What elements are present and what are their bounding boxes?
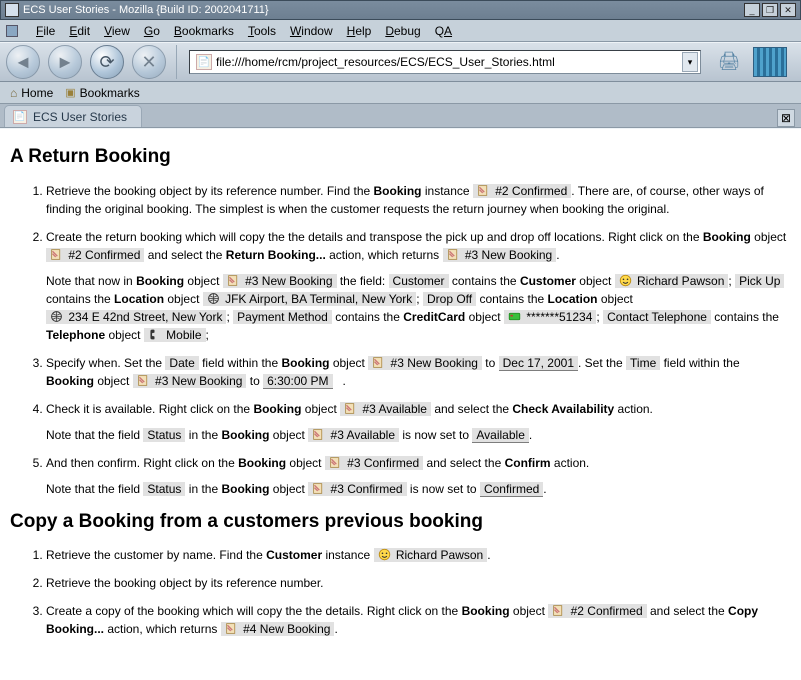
app-icon — [5, 3, 19, 17]
face-icon — [378, 548, 391, 561]
value-date: Dec 17, 2001 — [499, 356, 578, 371]
object-booking: #3 New Booking — [443, 248, 557, 262]
face-icon — [619, 274, 632, 287]
back-button[interactable]: ◄ — [6, 45, 40, 79]
note-icon — [227, 274, 240, 287]
field-status: Status — [143, 428, 185, 442]
note-icon — [225, 622, 238, 635]
phone-icon — [148, 328, 161, 341]
note-icon — [372, 356, 385, 369]
object-booking: #3 Confirmed — [325, 456, 423, 470]
list-item: Retrieve the booking object by its refer… — [46, 574, 789, 592]
window-title: ECS User Stories - Mozilla {Build ID: 20… — [23, 4, 742, 16]
menu-bookmarks[interactable]: Bookmarks — [174, 24, 234, 38]
list-item: Retrieve the booking object by its refer… — [46, 182, 789, 218]
field-date: Date — [165, 356, 198, 370]
home-icon: ⌂ — [10, 86, 17, 100]
field-dropoff: Drop Off — [423, 292, 476, 306]
note-icon — [50, 248, 63, 261]
throbber-icon — [753, 47, 787, 77]
url-input[interactable] — [216, 52, 682, 72]
object-booking: #3 Available — [308, 428, 399, 442]
object-location: 234 E 42nd Street, New York — [46, 310, 226, 324]
list-item: Specify when. Set the Date field within … — [46, 354, 789, 390]
menu-view[interactable]: View — [104, 24, 130, 38]
menu-window[interactable]: Window — [290, 24, 333, 38]
field-customer: Customer — [389, 274, 449, 288]
list-item: Check it is available. Right click on th… — [46, 400, 789, 444]
object-location: JFK Airport, BA Terminal, New York — [203, 292, 417, 306]
mozilla-icon — [6, 25, 18, 37]
navigation-toolbar: ◄ ► ⟳ ✕ 📄 ▾ 🖨 — [0, 42, 801, 82]
note-icon — [447, 248, 460, 261]
note-icon — [477, 184, 490, 197]
value-confirmed: Confirmed — [480, 482, 543, 497]
object-customer: Richard Pawson — [374, 548, 488, 562]
object-booking: #2 Confirmed — [473, 184, 571, 198]
note-icon — [344, 402, 357, 415]
window-titlebar: ECS User Stories - Mozilla {Build ID: 20… — [0, 0, 801, 20]
page-icon: 📄 — [13, 110, 27, 124]
print-button[interactable]: 🖨 — [715, 47, 743, 75]
field-pickup: Pick Up — [735, 274, 784, 288]
object-booking: #3 Confirmed — [308, 482, 406, 496]
note-icon — [329, 456, 342, 469]
value-available: Available — [472, 428, 528, 443]
toolbar-bookmarks-button[interactable]: ▣Bookmarks — [65, 86, 139, 100]
forward-button[interactable]: ► — [48, 45, 82, 79]
object-booking: #2 Confirmed — [548, 604, 646, 618]
window-minimize-button[interactable]: _ — [744, 3, 760, 17]
globe-icon — [50, 310, 63, 323]
list-item: Create a copy of the booking which will … — [46, 602, 789, 638]
page-icon: 📄 — [196, 54, 212, 70]
value-time: 6:30:00 PM — [263, 374, 332, 389]
toolbar-home-button[interactable]: ⌂Home — [10, 86, 53, 100]
tab-bar: 📄 ECS User Stories ⊠ — [0, 104, 801, 128]
list-item: Retrieve the customer by name. Find the … — [46, 546, 789, 564]
object-booking: #3 Available — [340, 402, 431, 416]
object-creditcard: *******51234 — [504, 310, 596, 324]
note-icon — [312, 428, 325, 441]
menu-bar: File Edit View Go Bookmarks Tools Window… — [0, 20, 801, 42]
globe-icon — [207, 292, 220, 305]
heading-copy-booking: Copy a Booking from a customers previous… — [10, 508, 789, 537]
menu-help[interactable]: Help — [347, 24, 372, 38]
list-item: Create the return booking which will cop… — [46, 228, 789, 344]
tab-label: ECS User Stories — [33, 110, 127, 124]
note-icon — [137, 374, 150, 387]
menu-debug[interactable]: Debug — [385, 24, 420, 38]
page-content[interactable]: A Return Booking Retrieve the booking ob… — [0, 128, 801, 680]
object-booking: #3 New Booking — [223, 274, 337, 288]
folder-icon: ▣ — [65, 86, 75, 99]
tab-close-button[interactable]: ⊠ — [777, 109, 795, 127]
personal-toolbar: ⌂Home ▣Bookmarks — [0, 82, 801, 104]
note-icon — [312, 482, 325, 495]
object-booking: #3 New Booking — [368, 356, 482, 370]
note-icon — [552, 604, 565, 617]
menu-qa[interactable]: QA — [435, 24, 452, 38]
url-bar[interactable]: 📄 ▾ — [189, 50, 701, 74]
menu-edit[interactable]: Edit — [69, 24, 90, 38]
window-close-button[interactable]: ✕ — [780, 3, 796, 17]
object-booking: #4 New Booking — [221, 622, 335, 636]
field-status: Status — [143, 482, 185, 496]
object-booking: #2 Confirmed — [46, 248, 144, 262]
menu-file[interactable]: File — [36, 24, 55, 38]
card-icon — [508, 310, 521, 323]
heading-return-booking: A Return Booking — [10, 143, 789, 172]
field-payment: Payment Method — [233, 310, 332, 324]
list-item: And then confirm. Right click on the Boo… — [46, 454, 789, 498]
menu-tools[interactable]: Tools — [248, 24, 276, 38]
object-telephone: Mobile — [144, 328, 206, 342]
url-dropdown-button[interactable]: ▾ — [682, 52, 698, 72]
object-booking: #3 New Booking — [133, 374, 247, 388]
field-time: Time — [626, 356, 660, 370]
reload-button[interactable]: ⟳ — [90, 45, 124, 79]
object-customer: Richard Pawson — [615, 274, 729, 288]
tab-active[interactable]: 📄 ECS User Stories — [4, 105, 142, 127]
stop-button[interactable]: ✕ — [132, 45, 166, 79]
field-contact: Contact Telephone — [603, 310, 711, 324]
window-maximize-button[interactable]: ❐ — [762, 3, 778, 17]
menu-go[interactable]: Go — [144, 24, 160, 38]
